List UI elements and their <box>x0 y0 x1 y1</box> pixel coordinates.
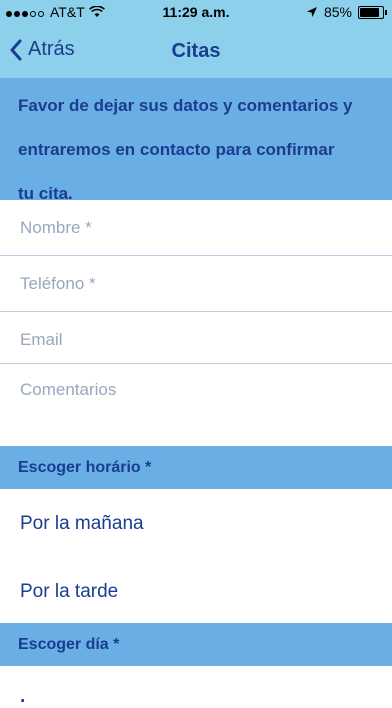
intro-text: Favor de dejar sus datos y comentarios y… <box>0 78 392 216</box>
option-manana-label: Por la mañana <box>20 513 144 534</box>
dia-section-header: Escoger día * <box>0 623 392 666</box>
option-tarde[interactable]: Por la tarde <box>0 558 392 623</box>
comentarios-placeholder: Comentarios <box>20 380 117 399</box>
telefono-field[interactable]: Teléfono * <box>0 256 392 312</box>
battery-percentage: 85% <box>323 4 352 20</box>
comentarios-field[interactable]: Comentarios <box>0 364 392 446</box>
nombre-placeholder: Nombre * <box>20 218 92 237</box>
intro-line-1: Favor de dejar sus datos y comentarios y <box>18 96 353 115</box>
status-bar: AT&T 11:29 a.m. 85% <box>0 0 392 24</box>
horario-section-header: Escoger horário * <box>0 446 392 489</box>
navigation-bar: Atrás Citas <box>0 24 392 78</box>
dia-list-item-marker: . <box>20 686 26 707</box>
intro-banner: Favor de dejar sus datos y comentarios y… <box>0 78 392 203</box>
email-field[interactable]: Email <box>0 312 392 364</box>
nombre-field[interactable]: Nombre * <box>0 200 392 256</box>
location-arrow-icon <box>306 7 317 17</box>
intro-line-2: entraremos en contacto para confirmar <box>18 140 335 159</box>
dia-header-label: Escoger día * <box>18 636 120 653</box>
option-tarde-label: Por la tarde <box>20 581 119 602</box>
dia-list-item[interactable]: . <box>0 666 392 707</box>
horario-header-label: Escoger horário * <box>18 459 152 476</box>
email-placeholder: Email <box>20 330 63 349</box>
battery-icon <box>358 5 387 19</box>
status-right: 85% <box>306 4 387 20</box>
page-title: Citas <box>171 40 221 62</box>
option-manana[interactable]: Por la mañana <box>0 489 392 558</box>
telefono-placeholder: Teléfono * <box>20 274 96 293</box>
battery-fill <box>360 7 379 17</box>
